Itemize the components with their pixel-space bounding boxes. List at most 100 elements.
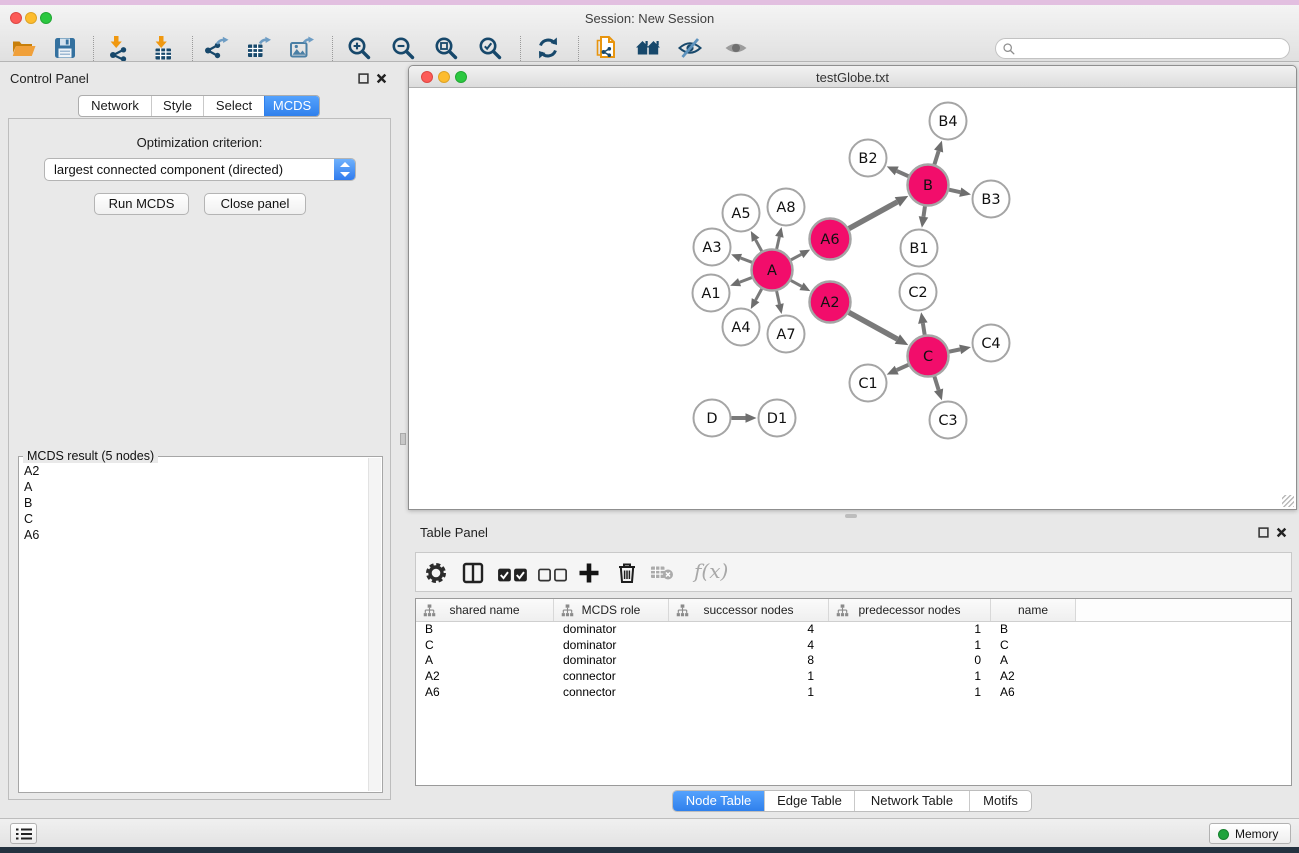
tab-edge-table[interactable]: Edge Table: [764, 791, 854, 811]
list-item[interactable]: A6: [24, 527, 39, 543]
table-settings-button[interactable]: [423, 560, 449, 586]
cell-shared-name: B: [416, 622, 554, 638]
tab-network-table[interactable]: Network Table: [854, 791, 969, 811]
panel-splitter[interactable]: [398, 63, 408, 818]
mcds-panel: Optimization criterion: largest connecte…: [8, 118, 391, 800]
list-item[interactable]: A2: [24, 463, 39, 479]
export-image-button[interactable]: [288, 35, 314, 61]
splitter-grip-icon[interactable]: [400, 433, 406, 445]
memory-label: Memory: [1235, 827, 1278, 841]
graph-edge-A-A8: [777, 237, 780, 249]
zoom-selected-icon: [477, 35, 503, 61]
network-window-titlebar[interactable]: testGlobe.txt: [409, 66, 1296, 88]
horizontal-splitter-grip[interactable]: [845, 514, 857, 518]
graph-edge-C-C2: [923, 323, 925, 335]
graph-arrowhead: [959, 187, 971, 196]
first-neighbors-button[interactable]: [635, 35, 661, 61]
criterion-dropdown[interactable]: largest connected component (directed): [44, 158, 356, 181]
toolbar-divider: [578, 36, 579, 61]
delete-column-button[interactable]: [614, 560, 640, 586]
network-canvas[interactable]: B4B2BB3A8A5A6A3B1AC2A1A2A4A7C4CC1DD1C3: [410, 89, 1295, 508]
table-panel-title: Table Panel: [420, 525, 488, 540]
close-panel-button[interactable]: Close panel: [204, 193, 306, 215]
close-panel-icon[interactable]: [376, 73, 387, 84]
scrollbar-track[interactable]: [368, 458, 381, 791]
mcds-result-box: MCDS result (5 nodes) A2 A B C A6: [18, 456, 383, 793]
show-column-button[interactable]: [460, 560, 486, 586]
column-header-name[interactable]: name: [991, 599, 1076, 621]
application-window: Session: New Session: [0, 0, 1299, 853]
refresh-icon: [535, 35, 561, 61]
zoom-in-button[interactable]: [346, 35, 372, 61]
column-label: predecessor nodes: [858, 603, 960, 617]
tab-network[interactable]: Network: [79, 96, 151, 116]
table-row[interactable]: B dominator 4 1 B: [416, 622, 1291, 638]
refresh-button[interactable]: [535, 35, 561, 61]
search-field[interactable]: [995, 38, 1290, 59]
graph-edge-A6-B: [849, 202, 898, 229]
export-table-button[interactable]: [245, 35, 271, 61]
hide-selected-button[interactable]: [677, 35, 703, 61]
show-all-button[interactable]: [723, 35, 749, 61]
graph-edge-A-A3: [740, 258, 751, 262]
tab-mcds[interactable]: MCDS: [264, 96, 319, 116]
export-network-button[interactable]: [203, 35, 229, 61]
task-history-button[interactable]: [10, 823, 37, 844]
import-table-button[interactable]: [150, 35, 176, 61]
tab-style[interactable]: Style: [151, 96, 203, 116]
graph-arrowhead: [919, 216, 929, 228]
column-icon: [460, 560, 486, 586]
checked-boxes-icon: [497, 560, 529, 586]
graph-node-label: B1: [909, 241, 928, 257]
table-row[interactable]: A2 connector 1 1 A2: [416, 669, 1291, 685]
table-row[interactable]: A dominator 8 0 A: [416, 653, 1291, 669]
network-graph[interactable]: B4B2BB3A8A5A6A3B1AC2A1A2A4A7C4CC1DD1C3: [410, 89, 1297, 510]
graph-arrowhead: [731, 254, 742, 262]
cell-mcds-role: connector: [554, 669, 669, 685]
graph-node-label: A4: [731, 320, 750, 336]
delete-table-icon: [649, 560, 675, 586]
toolbar-divider: [520, 36, 521, 61]
table-row[interactable]: A6 connector 1 1 A6: [416, 685, 1291, 701]
shared-column-icon: [561, 604, 574, 617]
cell-successor-nodes: 1: [669, 669, 829, 685]
graph-node-label: A2: [820, 295, 839, 311]
table-row[interactable]: C dominator 4 1 C: [416, 638, 1291, 654]
graph-arrowhead: [959, 345, 971, 354]
list-item[interactable]: A: [24, 479, 39, 495]
zoom-fit-button[interactable]: [433, 35, 459, 61]
graph-node-label: D: [706, 411, 717, 427]
unselect-all-columns-button[interactable]: [537, 560, 569, 586]
new-network-from-selection-button[interactable]: [594, 35, 620, 61]
select-all-columns-button[interactable]: [497, 560, 529, 586]
list-item[interactable]: B: [24, 495, 39, 511]
zoom-selected-button[interactable]: [477, 35, 503, 61]
column-header-shared-name[interactable]: shared name: [416, 599, 554, 621]
run-mcds-button[interactable]: Run MCDS: [94, 193, 189, 215]
create-column-button[interactable]: [576, 560, 602, 586]
tab-motifs[interactable]: Motifs: [969, 791, 1031, 811]
memory-button[interactable]: Memory: [1209, 823, 1291, 844]
cell-name: C: [991, 638, 1076, 654]
graph-edge-A-A5: [756, 240, 762, 251]
mcds-result-title: MCDS result (5 nodes): [23, 449, 158, 463]
graph-edge-B-B4: [934, 151, 938, 164]
trash-icon: [614, 560, 640, 586]
resize-grip-icon[interactable]: [1282, 495, 1294, 507]
save-session-button[interactable]: [52, 35, 78, 61]
tab-select[interactable]: Select: [203, 96, 264, 116]
list-item[interactable]: C: [24, 511, 39, 527]
close-table-panel-icon[interactable]: [1276, 527, 1287, 538]
import-network-button[interactable]: [105, 35, 131, 61]
tab-node-table[interactable]: Node Table: [673, 791, 764, 811]
graph-arrowhead: [934, 141, 943, 153]
float-panel-icon[interactable]: [358, 73, 369, 84]
open-file-button[interactable]: [11, 35, 37, 61]
column-header-predecessor-nodes[interactable]: predecessor nodes: [829, 599, 991, 621]
search-input[interactable]: [1020, 40, 1282, 57]
zoom-out-button[interactable]: [390, 35, 416, 61]
column-header-mcds-role[interactable]: MCDS role: [554, 599, 669, 621]
float-table-panel-icon[interactable]: [1258, 527, 1269, 538]
column-header-successor-nodes[interactable]: successor nodes: [669, 599, 829, 621]
cell-successor-nodes: 1: [669, 685, 829, 701]
